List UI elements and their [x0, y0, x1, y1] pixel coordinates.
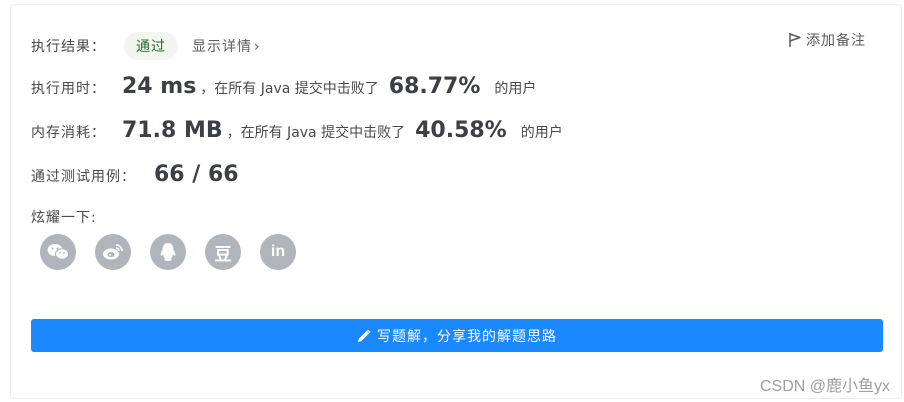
runtime-percent: 68.77%: [388, 74, 481, 99]
chevron-right-icon: ›: [254, 39, 261, 55]
testcases-row: 通过测试用例： 66 / 66: [31, 162, 249, 187]
share-row: 炫耀一下:: [31, 207, 97, 227]
memory-users-text: 的用户: [520, 125, 563, 141]
runtime-row: 执行用时： 24 ms ，在所有 Java 提交中击败了 68.77% 的用户: [31, 74, 536, 99]
douban-icon[interactable]: 豆: [205, 234, 241, 270]
runtime-users-text: 的用户: [494, 81, 537, 97]
memory-percent: 40.58%: [415, 118, 507, 143]
share-label: 炫耀一下:: [31, 210, 97, 226]
memory-label: 内存消耗：: [31, 125, 106, 141]
runtime-value: 24 ms: [122, 74, 197, 99]
testcases-label: 通过测试用例：: [31, 169, 136, 185]
memory-row: 内存消耗： 71.8 MB ，在所有 Java 提交中击败了 40.58% 的用…: [31, 118, 563, 143]
wechat-icon[interactable]: [40, 234, 76, 270]
write-solution-label: 写题解，分享我的解题思路: [377, 328, 557, 345]
qq-icon[interactable]: [150, 234, 186, 270]
result-row: 执行结果： 通过 显示详情 ›: [31, 32, 261, 60]
linkedin-glyph: in: [270, 243, 286, 260]
result-label: 执行结果：: [31, 39, 106, 55]
douban-glyph: 豆: [214, 244, 232, 265]
watermark: CSDN @鹿小鱼yx: [759, 378, 890, 395]
memory-beat-text: ，在所有 Java 提交中击败了: [226, 125, 406, 141]
status-badge: 通过: [124, 32, 178, 60]
pencil-icon: [358, 328, 371, 342]
runtime-beat-text: ，在所有 Java 提交中击败了: [200, 81, 379, 97]
write-solution-button[interactable]: 写题解，分享我的解题思路: [31, 319, 883, 352]
weibo-icon[interactable]: [95, 234, 131, 270]
memory-value: 71.8 MB: [122, 118, 223, 143]
runtime-label: 执行用时：: [31, 81, 106, 97]
linkedin-icon[interactable]: in: [260, 234, 296, 270]
flag-icon: [789, 33, 801, 47]
share-icons: 豆 in: [40, 234, 315, 270]
show-details-link[interactable]: 显示详情 ›: [192, 36, 261, 56]
add-note-button[interactable]: 添加备注: [788, 30, 866, 50]
add-note-label: 添加备注: [806, 33, 866, 49]
testcases-value: 66 / 66: [154, 162, 239, 187]
show-details-label: 显示详情: [192, 39, 252, 55]
